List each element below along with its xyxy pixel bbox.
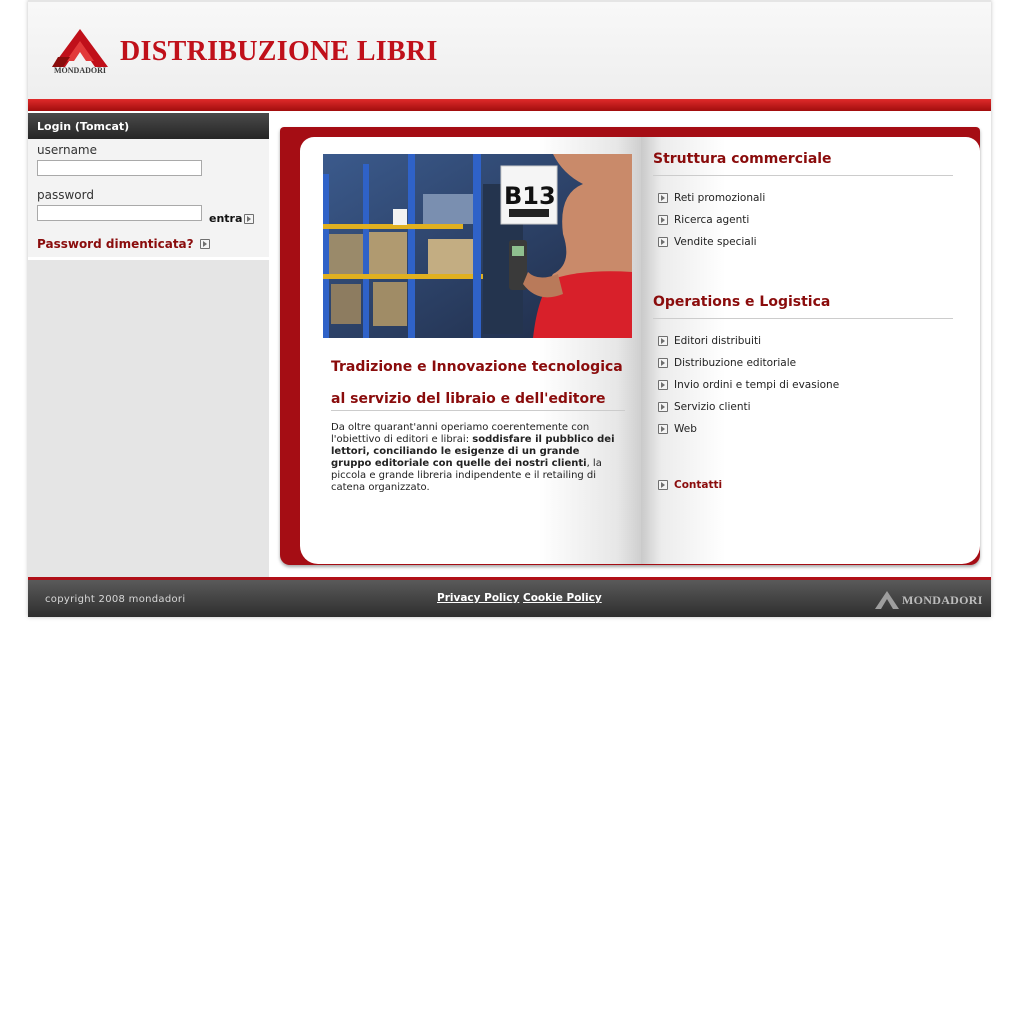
divider bbox=[331, 410, 625, 411]
cookie-policy-link[interactable]: Cookie Policy bbox=[523, 592, 602, 604]
link-reti-promozionali[interactable]: Reti promozionali bbox=[658, 192, 765, 204]
photo-sign-text: B13 bbox=[504, 182, 556, 210]
link-label: Invio ordini e tempi di evasione bbox=[674, 379, 840, 391]
login-box: Login (Tomcat) username password entra P… bbox=[28, 113, 269, 260]
arrow-right-icon bbox=[244, 213, 255, 224]
footer-logo-text: MONDADORI bbox=[902, 592, 983, 607]
arrow-right-icon bbox=[658, 215, 668, 225]
username-label: username bbox=[37, 143, 97, 157]
login-submit-button[interactable]: entra bbox=[209, 212, 255, 225]
link-label: Ricerca agenti bbox=[674, 214, 750, 226]
login-heading: Login (Tomcat) bbox=[28, 113, 269, 139]
link-web[interactable]: Web bbox=[658, 423, 697, 435]
link-servizio-clienti[interactable]: Servizio clienti bbox=[658, 401, 751, 413]
link-vendite-speciali[interactable]: Vendite speciali bbox=[658, 236, 757, 248]
site-title: DISTRIBUZIONE LIBRI bbox=[120, 36, 438, 67]
link-label: Vendite speciali bbox=[674, 236, 757, 248]
arrow-right-icon bbox=[658, 480, 668, 490]
warehouse-photo-image: B13 bbox=[323, 154, 632, 338]
copyright-text: copyright 2008 mondadori bbox=[45, 594, 186, 605]
link-contatti[interactable]: Contatti bbox=[658, 479, 722, 491]
main-content: B13 Tradizione e Innovazione tecnologica… bbox=[269, 113, 991, 577]
link-label: Web bbox=[674, 423, 697, 435]
divider bbox=[653, 175, 953, 176]
login-submit-label: entra bbox=[209, 212, 243, 225]
forgot-password-link[interactable]: Password dimenticata? bbox=[37, 237, 210, 251]
link-label: Servizio clienti bbox=[674, 401, 751, 413]
password-label: password bbox=[37, 188, 94, 202]
arrow-right-icon bbox=[658, 402, 668, 412]
link-distribuzione-editoriale[interactable]: Distribuzione editoriale bbox=[658, 357, 796, 369]
site-footer: copyright 2008 mondadori Privacy Policy … bbox=[28, 577, 991, 617]
arrow-right-icon bbox=[658, 237, 668, 247]
book-cover: B13 Tradizione e Innovazione tecnologica… bbox=[280, 127, 980, 565]
arrow-right-icon bbox=[658, 424, 668, 434]
password-input[interactable] bbox=[37, 205, 202, 221]
divider bbox=[653, 318, 953, 319]
footer-logo: MONDADORI bbox=[874, 590, 983, 610]
left-page-title: Tradizione e Innovazione tecnologica al … bbox=[331, 351, 631, 415]
arrow-right-icon bbox=[658, 193, 668, 203]
header-red-bar bbox=[28, 99, 991, 111]
sidebar: Login (Tomcat) username password entra P… bbox=[28, 113, 269, 577]
forgot-password-label: Password dimenticata? bbox=[37, 237, 194, 251]
link-label: Contatti bbox=[674, 479, 723, 491]
link-editori-distribuiti[interactable]: Editori distribuiti bbox=[658, 335, 761, 347]
logo-wordmark: MONDADORI bbox=[54, 66, 106, 75]
link-label: Editori distribuiti bbox=[674, 335, 762, 347]
privacy-policy-link[interactable]: Privacy Policy bbox=[437, 592, 519, 604]
warehouse-photo: B13 bbox=[323, 154, 632, 338]
link-invio-ordini[interactable]: Invio ordini e tempi di evasione bbox=[658, 379, 839, 391]
book-left-page: B13 Tradizione e Innovazione tecnologica… bbox=[300, 137, 641, 564]
intro-paragraph: Da oltre quarant'anni operiamo coerentem… bbox=[331, 422, 621, 494]
arrow-right-icon bbox=[658, 380, 668, 390]
link-label: Reti promozionali bbox=[674, 192, 766, 204]
arrow-right-icon bbox=[658, 358, 668, 368]
section-title-struttura: Struttura commerciale bbox=[653, 151, 832, 167]
section-title-operations: Operations e Logistica bbox=[653, 294, 831, 310]
mondadori-logo-icon bbox=[875, 591, 899, 609]
arrow-right-icon bbox=[658, 336, 668, 346]
left-title-line1: Tradizione e Innovazione tecnologica bbox=[331, 359, 623, 375]
link-label: Distribuzione editoriale bbox=[674, 357, 797, 369]
arrow-right-icon bbox=[199, 239, 210, 249]
page-container: MONDADORI DISTRIBUZIONE LIBRI Login (Tom… bbox=[28, 0, 991, 617]
link-ricerca-agenti[interactable]: Ricerca agenti bbox=[658, 214, 749, 226]
username-input[interactable] bbox=[37, 160, 202, 176]
site-header: MONDADORI DISTRIBUZIONE LIBRI bbox=[28, 0, 991, 101]
